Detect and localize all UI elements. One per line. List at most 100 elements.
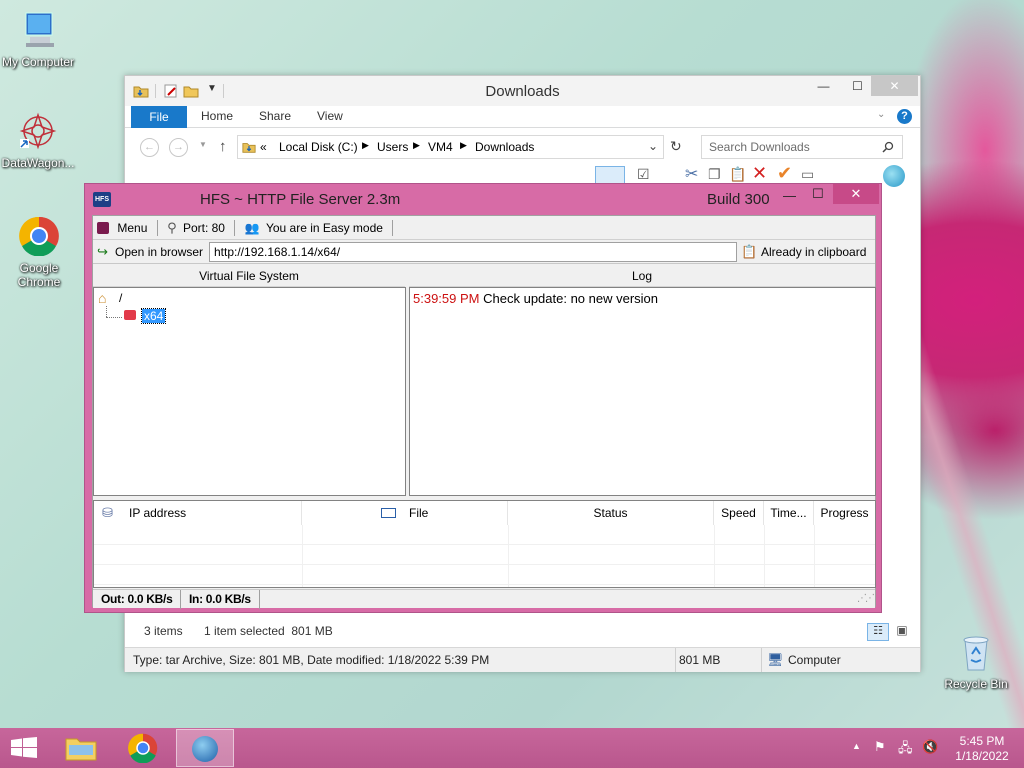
users-icon[interactable]: 👥 [245, 221, 260, 235]
hfs-maximize-button[interactable]: ☐ [812, 186, 824, 202]
paste-icon[interactable]: 📋 [729, 166, 746, 183]
col-speed[interactable]: Speed [714, 501, 764, 525]
resize-grip-icon[interactable]: ⋰⋰ [857, 593, 875, 604]
clipboard-icon[interactable]: 📋 [741, 244, 757, 260]
details-view-icon[interactable]: ☷ [867, 623, 889, 641]
cut-icon[interactable]: ✂ [685, 164, 698, 184]
back-button[interactable]: ← [140, 138, 159, 157]
search-icon[interactable] [882, 141, 894, 153]
tab-view[interactable]: View [317, 109, 343, 123]
rename-icon[interactable]: ✔ [777, 163, 792, 184]
desktop-icon-chrome[interactable]: Google Chrome [0, 216, 78, 289]
desktop-icon-label: DataWagon... [1, 156, 75, 170]
desktop-icon-recycle-bin[interactable]: Recycle Bin [938, 632, 1014, 691]
properties-button-icon[interactable]: ▭ [801, 166, 814, 183]
col-status[interactable]: Status [508, 501, 714, 525]
address-part-downloads[interactable]: Downloads [475, 140, 534, 154]
address-prefix[interactable]: « [260, 140, 267, 154]
clock[interactable]: 5:45 PM 1/18/2022 [950, 734, 1014, 764]
hfs-build: Build 300 [707, 191, 770, 208]
help-icon[interactable]: ? [897, 109, 912, 124]
show-hidden-icons[interactable]: ▲ [852, 741, 861, 751]
log-pane[interactable]: 5:39:59 PM Check update: no new version [409, 287, 876, 496]
clock-date: 1/18/2022 [955, 749, 1009, 763]
select-icon[interactable]: ☑ [637, 166, 650, 183]
col-ip-address[interactable]: ⛁ IP address [94, 501, 302, 525]
port-button[interactable]: Port: 80 [183, 221, 225, 235]
col-time[interactable]: Time... [764, 501, 814, 525]
open-in-browser-button[interactable]: Open in browser [115, 245, 203, 259]
address-part-vm4[interactable]: VM4 [428, 140, 453, 154]
tab-share[interactable]: Share [259, 109, 291, 123]
hfs-window[interactable]: HFS HFS ~ HTTP File Server 2.3m Build 30… [84, 183, 882, 613]
details-size: 801 MB [679, 653, 721, 667]
column-divider [814, 525, 815, 587]
desktop-icon-label: Google Chrome [17, 261, 61, 289]
search-box[interactable]: Search Downloads [701, 135, 903, 159]
status-in-speed: In: 0.0 KB/s [181, 590, 260, 609]
easy-mode-button[interactable]: You are in Easy mode [266, 221, 383, 235]
taskbar-explorer[interactable] [52, 729, 110, 767]
address-bar[interactable]: « Local Disk (C:) ▶ Users ▶ VM4 ▶ Downlo… [237, 135, 664, 159]
large-icons-view-icon[interactable]: ▣ [892, 623, 912, 641]
forward-button[interactable]: → [169, 138, 188, 157]
start-windows-icon[interactable] [10, 737, 38, 759]
volume-muted-icon[interactable]: 🔇 [922, 739, 938, 755]
delete-icon[interactable]: ✕ [752, 163, 767, 184]
taskbar-chrome[interactable] [114, 729, 172, 767]
vfs-folder-x64[interactable]: x64 [140, 308, 167, 324]
explorer-maximize-button[interactable]: ☐ [843, 76, 872, 96]
desktop-icon-label: My Computer [1, 55, 75, 69]
tab-file[interactable]: File [131, 106, 187, 128]
network-icon: ⛁ [102, 505, 113, 520]
copy-icon[interactable]: ❐ [708, 166, 721, 183]
hfs-minimize-button[interactable]: — [783, 188, 796, 203]
log-entry-time: 5:39:59 PM [413, 291, 480, 306]
tree-line [106, 306, 107, 317]
details-info: Type: tar Archive, Size: 801 MB, Date mo… [133, 653, 490, 667]
hfs-toolbar: Menu ⚲ Port: 80 👥 You are in Easy mode [93, 216, 875, 240]
url-field[interactable]: http://192.168.1.14/x64/ [209, 242, 737, 262]
col-progress[interactable]: Progress [814, 501, 875, 525]
action-center-flag-icon[interactable]: ⚑ [874, 739, 886, 755]
explorer-close-button[interactable]: ✕ [871, 76, 918, 96]
table-row [94, 525, 875, 545]
explorer-titlebar[interactable]: ▼ Downloads — ☐ ✕ [125, 76, 920, 106]
desktop-icon-my-computer[interactable]: My Computer [0, 10, 76, 69]
hfs-titlebar[interactable]: HFS HFS ~ HTTP File Server 2.3m Build 30… [85, 184, 881, 214]
tab-home[interactable]: Home [201, 109, 233, 123]
globe-icon[interactable] [883, 165, 905, 187]
col-file[interactable]: File [302, 501, 508, 525]
address-part-users[interactable]: Users [377, 140, 408, 154]
open-browser-icon[interactable]: ↪ [97, 244, 108, 260]
home-icon: ⌂ [98, 290, 107, 306]
menu-button[interactable]: Menu [117, 221, 147, 235]
clipboard-button[interactable]: Already in clipboard [761, 245, 866, 259]
port-icon[interactable]: ⚲ [167, 220, 177, 235]
log-header: Log [409, 265, 875, 287]
search-input[interactable]: Search Downloads [709, 140, 810, 154]
breadcrumb-arrow-icon[interactable]: ▶ [362, 140, 369, 151]
connections-list[interactable]: ⛁ IP address File Status Speed Time... P… [93, 500, 876, 588]
vfs-root[interactable]: / [119, 291, 122, 305]
breadcrumb-arrow-icon[interactable]: ▶ [413, 140, 420, 151]
recent-locations-icon[interactable]: ▼ [199, 140, 207, 149]
file-column-icon [381, 508, 396, 518]
column-divider [508, 525, 509, 587]
ribbon-expand-icon[interactable]: ⌄ [877, 109, 885, 120]
up-button[interactable]: ↑ [219, 138, 227, 155]
breadcrumb-arrow-icon[interactable]: ▶ [460, 140, 467, 151]
taskbar: ▲ ⚑ 🖧 🔇 5:45 PM 1/18/2022 [0, 728, 1024, 768]
network-tray-icon[interactable]: 🖧 [898, 739, 913, 761]
refresh-icon[interactable]: ↻ [670, 138, 682, 155]
recycle-bin-icon [963, 636, 989, 671]
explorer-minimize-button[interactable]: — [809, 76, 838, 96]
vfs-tree[interactable]: ⌂ / x64 [93, 287, 406, 496]
menu-icon[interactable] [97, 222, 109, 234]
hfs-close-button[interactable]: ✕ [833, 184, 879, 204]
address-part-local-disk[interactable]: Local Disk (C:) [279, 140, 358, 154]
address-dropdown-icon[interactable]: ⌄ [648, 139, 658, 153]
desktop-icon-datawagon[interactable]: DataWagon... [0, 111, 76, 170]
taskbar-hfs[interactable] [176, 729, 234, 767]
table-row [94, 545, 875, 565]
